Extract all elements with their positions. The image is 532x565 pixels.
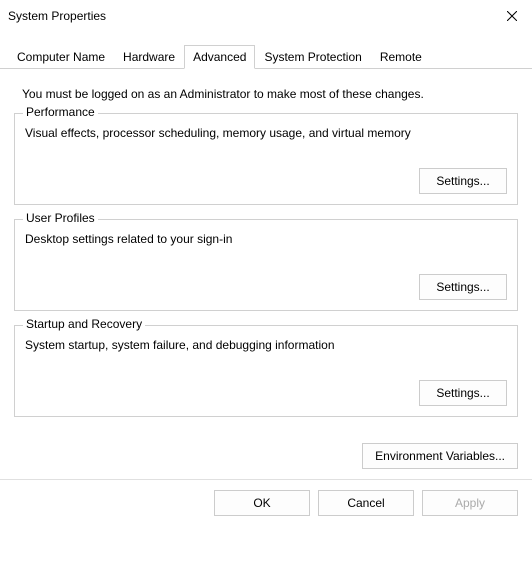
title-bar: System Properties	[0, 0, 532, 32]
tab-remote[interactable]: Remote	[371, 45, 431, 69]
group-startup-recovery-label: Startup and Recovery	[23, 317, 145, 331]
group-user-profiles-label: User Profiles	[23, 211, 98, 225]
dialog-footer: OK Cancel Apply	[0, 479, 532, 526]
ok-button[interactable]: OK	[214, 490, 310, 516]
apply-button[interactable]: Apply	[422, 490, 518, 516]
tab-computer-name[interactable]: Computer Name	[8, 45, 114, 69]
user-profiles-settings-button[interactable]: Settings...	[419, 274, 507, 300]
intro-text: You must be logged on as an Administrato…	[22, 87, 518, 101]
tab-hardware[interactable]: Hardware	[114, 45, 184, 69]
tab-advanced[interactable]: Advanced	[184, 45, 255, 69]
startup-recovery-settings-button[interactable]: Settings...	[419, 380, 507, 406]
tab-system-protection[interactable]: System Protection	[255, 45, 370, 69]
group-performance-desc: Visual effects, processor scheduling, me…	[25, 126, 507, 140]
env-row: Environment Variables...	[0, 443, 532, 469]
tab-content: You must be logged on as an Administrato…	[0, 69, 532, 439]
group-user-profiles-desc: Desktop settings related to your sign-in	[25, 232, 507, 246]
group-startup-recovery-actions: Settings...	[25, 380, 507, 406]
close-button[interactable]	[496, 2, 528, 30]
group-performance: Performance Visual effects, processor sc…	[14, 113, 518, 205]
close-icon	[507, 11, 517, 21]
group-user-profiles-actions: Settings...	[25, 274, 507, 300]
group-startup-recovery-desc: System startup, system failure, and debu…	[25, 338, 507, 352]
performance-settings-button[interactable]: Settings...	[419, 168, 507, 194]
group-performance-actions: Settings...	[25, 168, 507, 194]
window-title: System Properties	[8, 9, 106, 23]
group-startup-recovery: Startup and Recovery System startup, sys…	[14, 325, 518, 417]
cancel-button[interactable]: Cancel	[318, 490, 414, 516]
environment-variables-button[interactable]: Environment Variables...	[362, 443, 518, 469]
group-user-profiles: User Profiles Desktop settings related t…	[14, 219, 518, 311]
tab-strip: Computer Name Hardware Advanced System P…	[0, 44, 532, 69]
group-performance-label: Performance	[23, 105, 98, 119]
